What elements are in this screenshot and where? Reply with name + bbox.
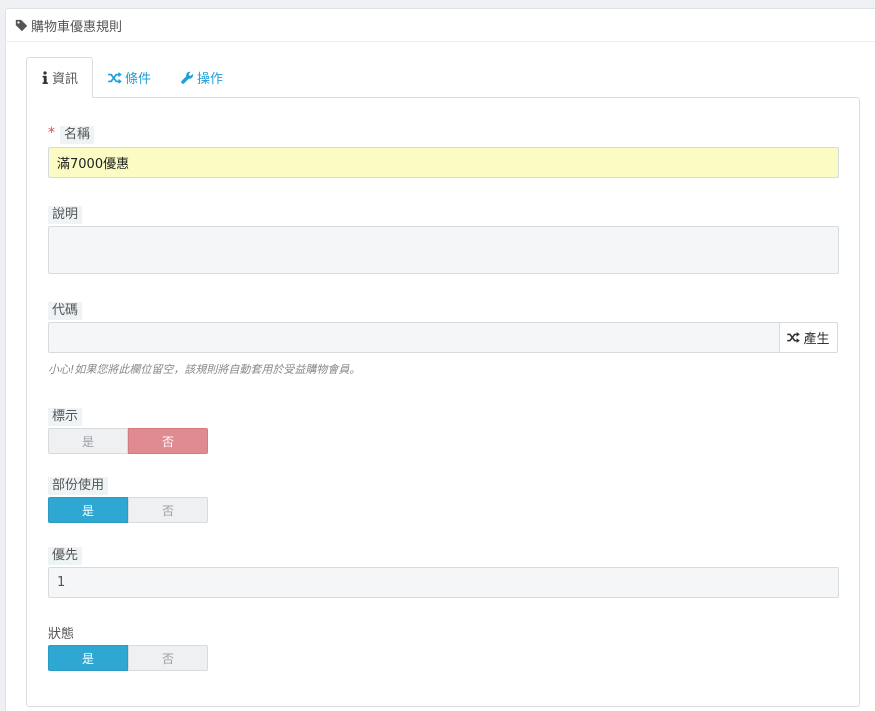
wrench-icon bbox=[181, 71, 194, 84]
tab-info[interactable]: 資訊 bbox=[26, 57, 94, 98]
status-yes-option[interactable]: 是 bbox=[48, 645, 128, 671]
partial-use-switch[interactable]: 是 否 bbox=[48, 497, 208, 523]
highlight-yes-option[interactable]: 是 bbox=[48, 428, 128, 454]
cart-rule-panel: 購物車優惠規則 資訊 條件 操作 * 名稱 滿7000優惠 說明 代碼 產生 小… bbox=[5, 8, 875, 711]
tag-icon bbox=[15, 19, 28, 31]
shuffle-icon bbox=[787, 332, 801, 343]
required-marker: * bbox=[48, 125, 55, 141]
priority-label: 優先 bbox=[48, 547, 83, 565]
tab-conditions-label: 條件 bbox=[125, 72, 152, 87]
tab-conditions[interactable]: 條件 bbox=[93, 57, 166, 97]
partial-use-label: 部份使用 bbox=[48, 477, 109, 495]
name-input[interactable] bbox=[48, 147, 839, 178]
tab-actions[interactable]: 操作 bbox=[166, 57, 238, 97]
info-icon bbox=[42, 71, 48, 84]
generate-code-button[interactable]: 產生 bbox=[779, 322, 838, 353]
generate-code-label: 產生 bbox=[803, 332, 830, 347]
highlight-no-option[interactable]: 否 bbox=[128, 428, 208, 454]
status-switch[interactable]: 是 否 bbox=[48, 645, 208, 671]
name-label: 名稱 bbox=[60, 126, 95, 144]
code-label: 代碼 bbox=[48, 302, 83, 320]
partial-use-no-option[interactable]: 否 bbox=[128, 497, 208, 523]
tab-info-label: 資訊 bbox=[52, 72, 79, 87]
tab-content-info: * 名稱 說明 代碼 產生 小心!如果您將此欄位留空，該規則將自動套用於受益購物… bbox=[26, 97, 860, 707]
status-label: 狀態 bbox=[48, 627, 75, 642]
tab-bar: 資訊 條件 操作 bbox=[26, 57, 238, 98]
shuffle-icon bbox=[108, 71, 122, 84]
description-label: 說明 bbox=[48, 206, 83, 224]
partial-use-yes-option[interactable]: 是 bbox=[48, 497, 128, 523]
panel-heading: 購物車優惠規則 bbox=[6, 9, 875, 42]
code-help-text: 小心!如果您將此欄位留空，該規則將自動套用於受益購物會員。 bbox=[48, 363, 361, 376]
status-no-option[interactable]: 否 bbox=[128, 645, 208, 671]
tab-actions-label: 操作 bbox=[197, 72, 224, 87]
priority-input[interactable] bbox=[48, 567, 839, 598]
code-input[interactable] bbox=[48, 322, 780, 353]
highlight-switch[interactable]: 是 否 bbox=[48, 428, 208, 454]
highlight-label: 標示 bbox=[48, 408, 83, 426]
panel-title: 購物車優惠規則 bbox=[31, 19, 123, 35]
description-textarea[interactable] bbox=[48, 226, 839, 274]
